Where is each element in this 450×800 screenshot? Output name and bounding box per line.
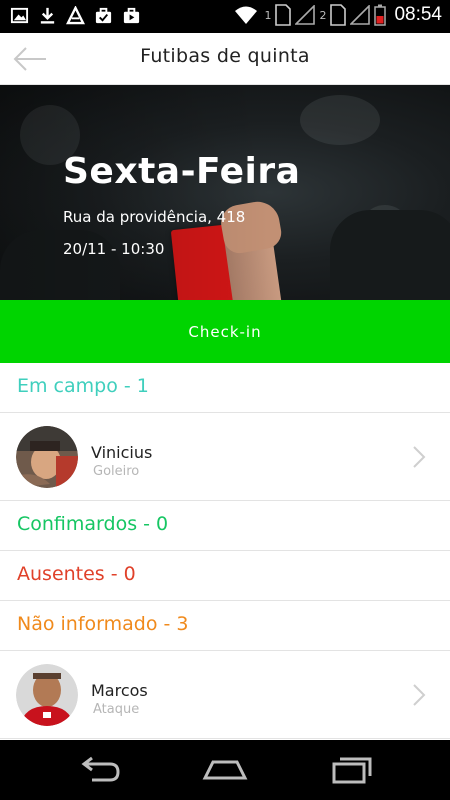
- home-icon[interactable]: [201, 754, 249, 786]
- download-icon: [40, 7, 55, 24]
- status-bar: 1 2 08:54: [0, 0, 450, 33]
- hero-overlay: [0, 85, 450, 300]
- section-label: Não informado - 3: [17, 613, 189, 635]
- sim2-label: 2: [319, 8, 327, 22]
- sim1-label: 1: [264, 8, 272, 22]
- system-icons: 1 2 08:54: [234, 4, 442, 26]
- system-nav-bar: [0, 740, 450, 800]
- page-title: Futibas de quinta: [140, 45, 310, 67]
- back-icon[interactable]: [76, 754, 124, 786]
- player-name: Vinicius: [91, 443, 153, 462]
- notification-icons: [10, 6, 141, 25]
- signal-icon: [295, 5, 316, 25]
- chevron-right-icon: [413, 684, 426, 706]
- event-address: Rua da providência, 418: [63, 208, 246, 226]
- app-a-icon: [66, 6, 85, 25]
- chevron-right-icon: [413, 446, 426, 468]
- battery-icon: [374, 4, 387, 26]
- player-row-marcos[interactable]: Marcos Ataque: [0, 651, 450, 739]
- image-icon: [10, 7, 29, 24]
- player-position: Goleiro: [93, 464, 140, 479]
- player-position: Ataque: [93, 702, 140, 717]
- section-ausentes: Ausentes - 0: [0, 551, 450, 601]
- section-label: Ausentes - 0: [17, 563, 136, 585]
- recents-icon[interactable]: [326, 754, 374, 786]
- section-label: Confimardos - 0: [17, 513, 169, 535]
- signal-icon: [350, 5, 371, 25]
- player-name: Marcos: [91, 681, 148, 700]
- wifi-icon: [235, 6, 258, 24]
- event-day: Sexta-Feira: [63, 151, 301, 192]
- sim-card-icon: [330, 4, 347, 26]
- section-confirmados: Confimardos - 0: [0, 501, 450, 551]
- app-bar: Futibas de quinta: [0, 33, 450, 85]
- player-row-vinicius[interactable]: Vinicius Goleiro: [0, 413, 450, 501]
- section-nao-informado: Não informado - 3: [0, 601, 450, 651]
- event-datetime: 20/11 - 10:30: [63, 240, 165, 258]
- avatar: [16, 664, 78, 726]
- event-hero: Sexta-Feira Rua da providência, 418 20/1…: [0, 85, 450, 300]
- clock: 08:54: [394, 4, 442, 25]
- briefcase-check-icon: [95, 7, 112, 24]
- sim-card-icon: [275, 4, 292, 26]
- avatar: [16, 426, 78, 488]
- section-label: Em campo - 1: [17, 375, 149, 397]
- checkin-button[interactable]: Check-in: [0, 300, 450, 363]
- briefcase-play-icon: [123, 7, 140, 24]
- section-em-campo: Em campo - 1: [0, 363, 450, 413]
